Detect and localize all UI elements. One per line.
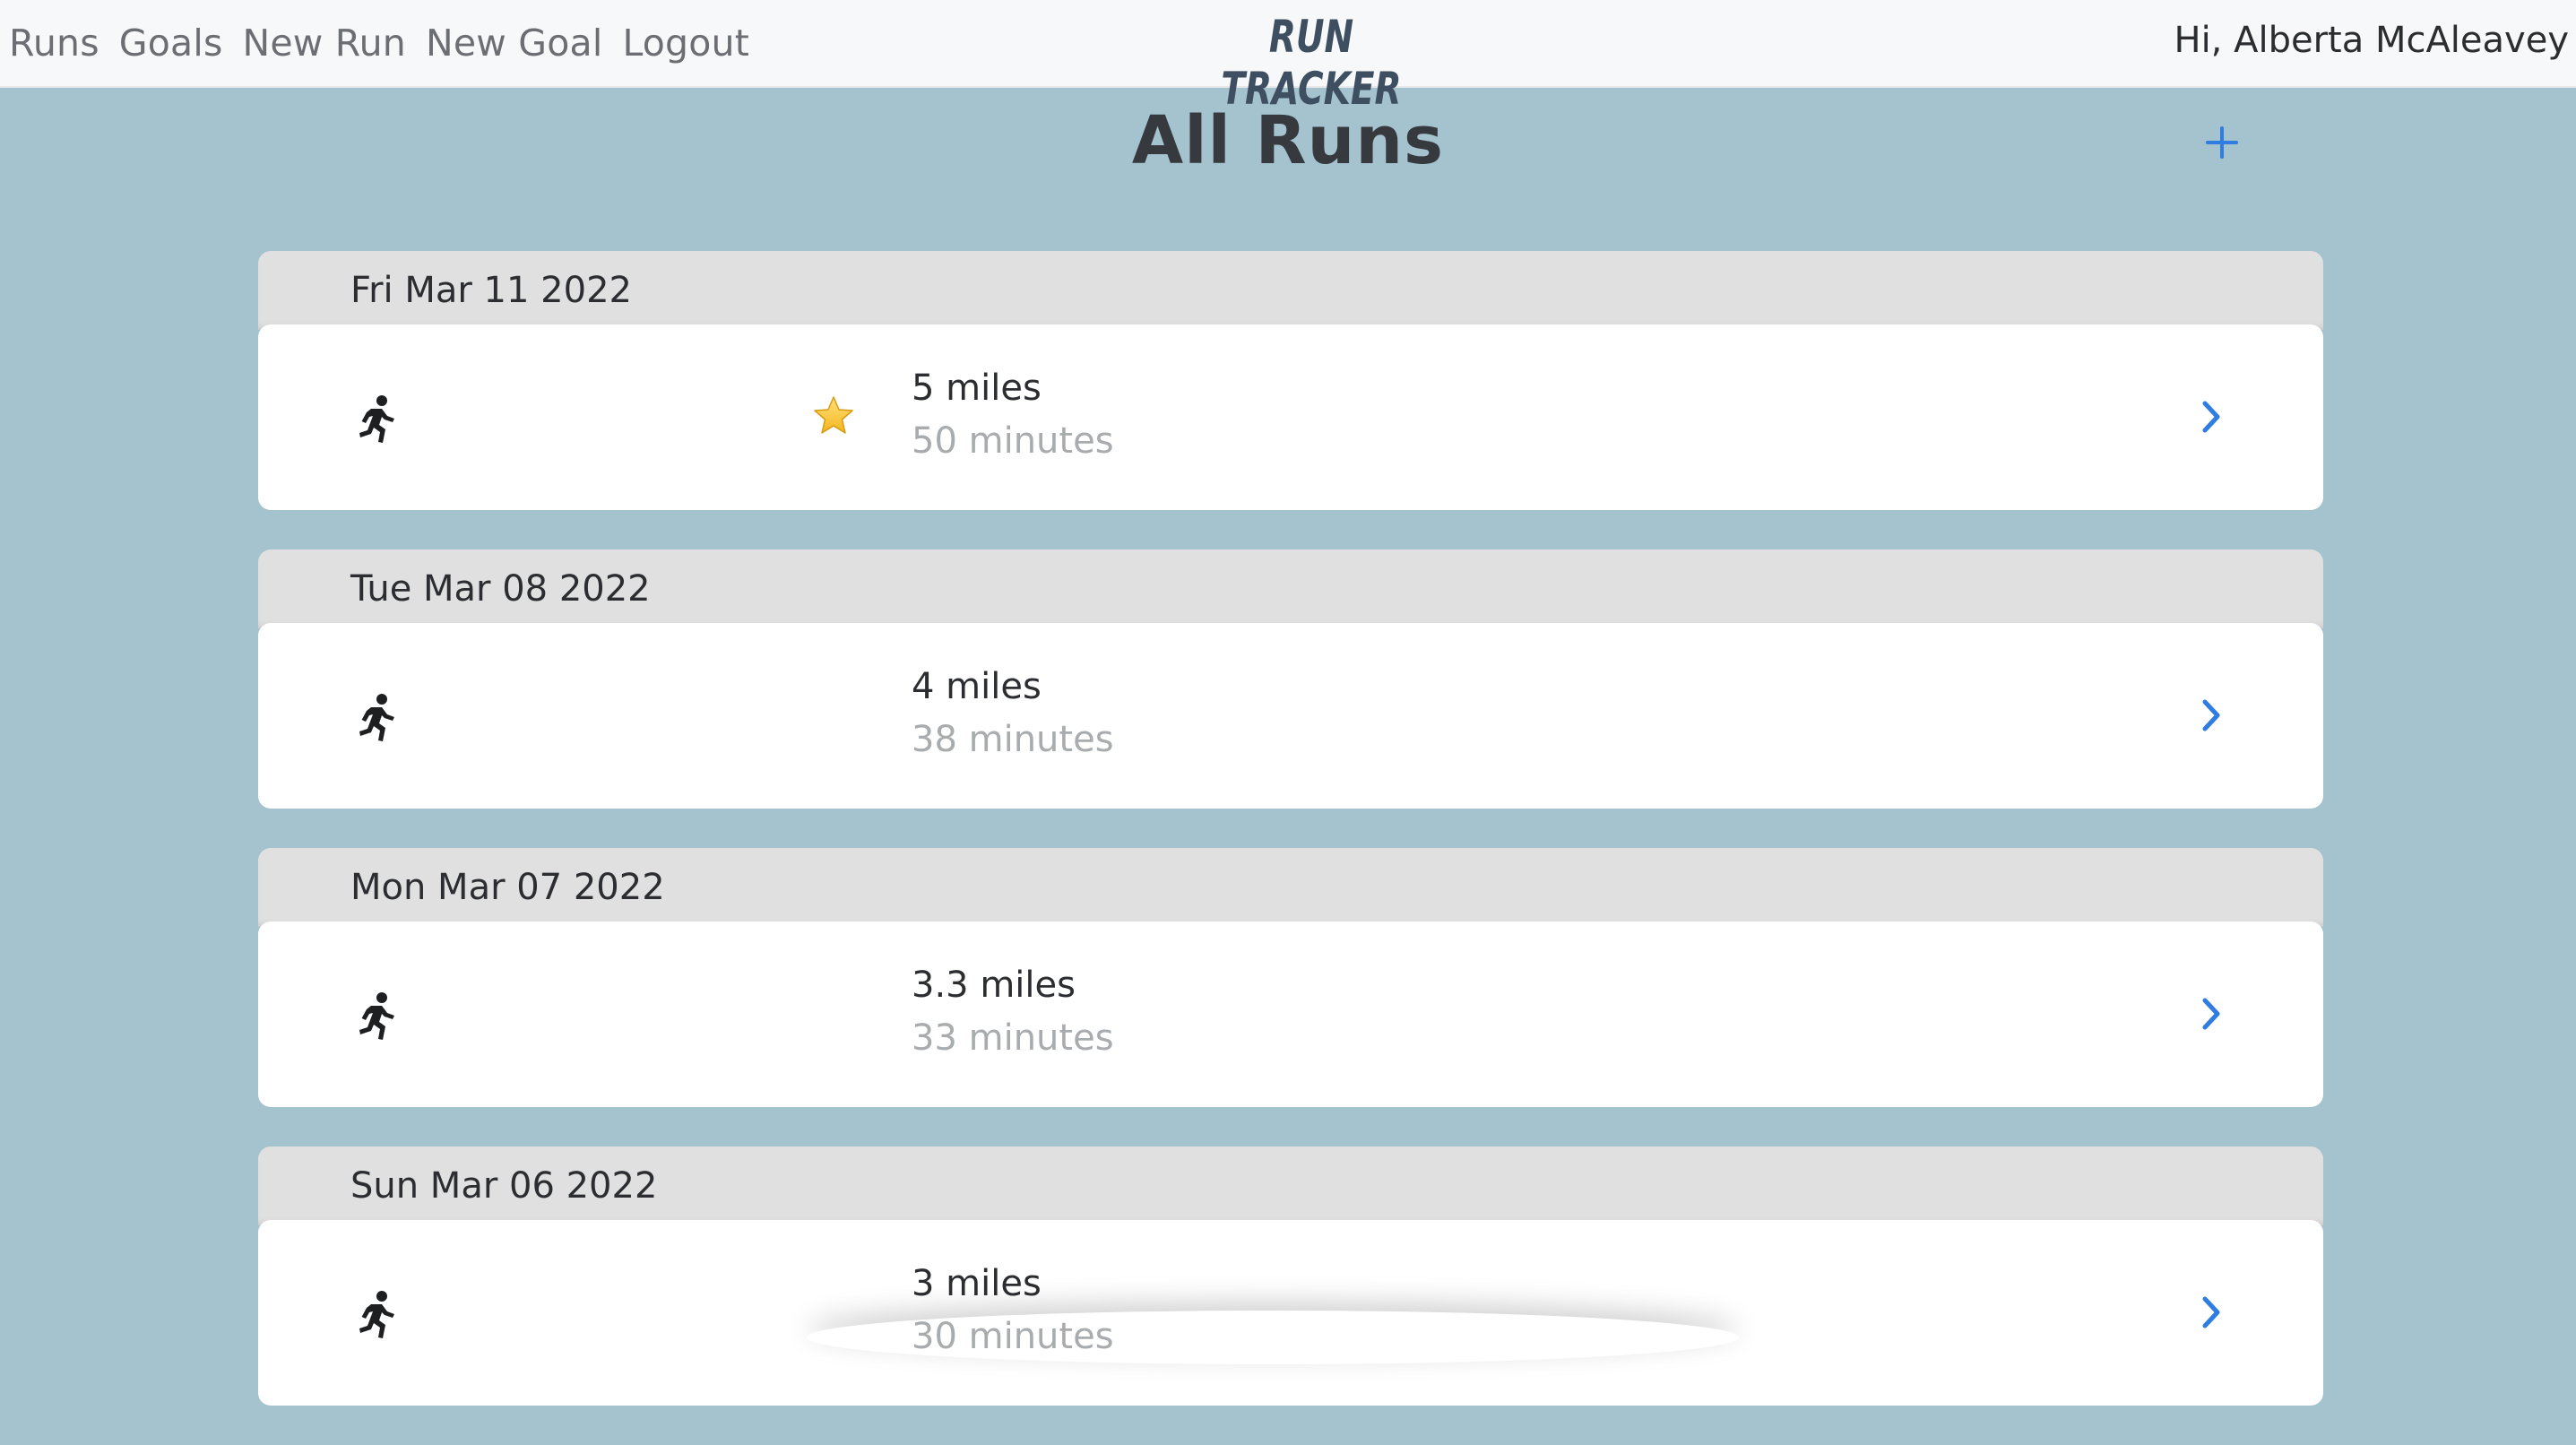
run-distance: 5 miles [912,368,1042,409]
nav-link-new-run[interactable]: New Run [243,22,406,65]
run-group: Mon Mar 07 2022 3.3 miles 33 minutes [258,848,2323,1107]
nav-link-logout[interactable]: Logout [622,22,749,65]
run-duration: 38 minutes [912,719,1114,760]
runs-list: Fri Mar 11 2022 5 miles 50 minutes Tue M… [258,251,2323,1445]
run-group: Sun Mar 06 2022 3 miles 30 minutes [258,1146,2323,1406]
user-greeting: Hi, Alberta McAleavey [2174,20,2569,61]
plus-icon [2206,126,2238,159]
brand-logo[interactable]: RUN TRACKER [1211,11,1411,115]
runner-icon [359,694,394,741]
page-title: All Runs [1131,102,1445,179]
run-group: Tue Mar 08 2022 4 miles 38 minutes [258,549,2323,809]
run-duration: 33 minutes [912,1017,1114,1059]
run-group: Fri Mar 11 2022 5 miles 50 minutes [258,251,2323,510]
chevron-right-icon[interactable] [2198,695,2225,736]
chevron-right-icon[interactable] [2198,1292,2225,1333]
run-distance: 3 miles [912,1263,1042,1304]
run-date-header: Fri Mar 11 2022 [258,251,2323,330]
nav-link-new-goal[interactable]: New Goal [426,22,602,65]
chevron-right-icon[interactable] [2198,993,2225,1034]
floating-panel-shadow [807,1311,1739,1364]
top-navbar: Runs Goals New Run New Goal Logout RUN T… [0,0,2576,115]
nav-link-goals[interactable]: Goals [119,22,223,65]
run-date-header: Sun Mar 06 2022 [258,1146,2323,1225]
nav-link-runs[interactable]: Runs [9,22,99,65]
run-date-header: Mon Mar 07 2022 [258,848,2323,927]
run-distance: 4 miles [912,666,1042,707]
chevron-right-icon[interactable] [2198,396,2225,437]
star-icon [814,396,853,434]
run-distance: 3.3 miles [912,965,1076,1006]
nav-links: Runs Goals New Run New Goal Logout [9,0,749,86]
add-run-button[interactable] [2198,108,2246,177]
runner-icon [359,395,394,443]
runner-icon [359,992,394,1040]
run-duration: 50 minutes [912,420,1114,462]
run-card[interactable]: 4 miles 38 minutes [258,623,2323,809]
run-card[interactable]: 3.3 miles 33 minutes [258,922,2323,1107]
run-date-header: Tue Mar 08 2022 [258,549,2323,628]
run-card[interactable]: 5 miles 50 minutes [258,324,2323,510]
runner-icon [359,1291,394,1338]
